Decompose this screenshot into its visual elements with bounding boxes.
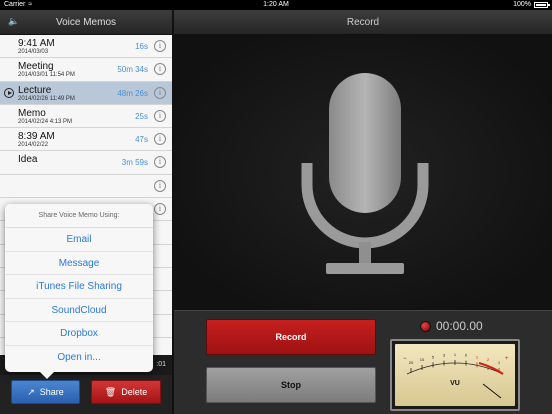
memo-duration: 48m 26s bbox=[117, 88, 148, 98]
memo-toolbar: ↗ Share 🗑 Delete bbox=[0, 375, 172, 414]
share-option[interactable]: Open in... bbox=[5, 346, 153, 370]
delete-label: Delete bbox=[121, 387, 148, 397]
memo-title: Idea bbox=[18, 154, 38, 166]
vu-minus-sign: − bbox=[403, 356, 407, 362]
share-popover-title: Share Voice Memo Using: bbox=[5, 204, 153, 228]
record-panel: Record Record Stop 00:00.00 20 10 5 3 1 … bbox=[174, 10, 552, 414]
recorder-controls: Record Stop 00:00.00 20 10 5 3 1 0 1 2 3− + VU bbox=[174, 310, 552, 414]
share-popover: Share Voice Memo Using: Email Message iTun… bbox=[5, 204, 153, 372]
popover-arrow bbox=[40, 372, 54, 379]
memo-date: 2014/02/24 4:13 PM bbox=[18, 118, 73, 125]
vu-tick-label: 1 bbox=[454, 352, 457, 357]
microphone-icon bbox=[301, 73, 429, 274]
memo-row[interactable]: Lecture 2014/02/26 11:49 PM 48m 26s i bbox=[0, 81, 172, 105]
share-label: Share bbox=[39, 387, 64, 397]
info-icon[interactable]: i bbox=[154, 179, 166, 192]
vu-tick-label: 10 bbox=[420, 357, 425, 362]
vu-plus-sign: + bbox=[505, 356, 509, 362]
memo-row-empty: i bbox=[0, 174, 172, 199]
vu-tick-label: 3 bbox=[443, 353, 446, 358]
microphone-area bbox=[174, 35, 552, 310]
share-option[interactable]: Message bbox=[5, 252, 153, 275]
memo-date: 2014/02/22 bbox=[18, 142, 49, 149]
record-title: Record bbox=[346, 16, 380, 28]
memo-duration: 3m 59s bbox=[121, 158, 148, 168]
memo-row[interactable]: 9:41 AM 2014/03/03 16s i bbox=[0, 35, 172, 59]
memo-row[interactable]: Memo 2014/02/24 4:13 PM 25s i bbox=[0, 104, 172, 129]
vu-tick-label: 5 bbox=[432, 354, 435, 359]
share-option[interactable]: Dropbox bbox=[5, 322, 153, 346]
vu-label: VU bbox=[450, 380, 460, 387]
info-icon[interactable]: i bbox=[154, 63, 166, 76]
info-icon[interactable]: i bbox=[154, 109, 166, 122]
memo-title: 8:39 AM bbox=[18, 131, 55, 143]
memo-date: 2014/03/01 11:54 PM bbox=[18, 72, 75, 79]
vu-tick-label: 0 bbox=[465, 353, 468, 358]
speaker-icon[interactable]: 🔈 bbox=[8, 16, 19, 27]
info-icon[interactable]: i bbox=[154, 40, 166, 52]
vu-tick-label: 20 bbox=[409, 360, 414, 365]
vu-tick-label: 2 bbox=[487, 357, 490, 362]
trash-icon: 🗑 bbox=[104, 386, 117, 397]
vu-tick-label: 3 bbox=[498, 360, 501, 365]
delete-button[interactable]: 🗑 Delete bbox=[91, 380, 161, 404]
share-option[interactable]: Email bbox=[5, 228, 153, 252]
share-icon: ↗ bbox=[27, 386, 35, 397]
status-time: 1:20 AM bbox=[263, 1, 289, 8]
memo-date: 2014/02/26 11:49 PM bbox=[18, 95, 75, 102]
info-icon[interactable]: i bbox=[154, 156, 166, 169]
memo-row[interactable]: 8:39 AM 2014/02/22 47s i bbox=[0, 128, 172, 152]
battery-icon bbox=[534, 1, 550, 8]
info-icon[interactable]: i bbox=[154, 133, 166, 146]
vu-meter-face: 20 10 5 3 1 0 1 2 3− + VU bbox=[395, 344, 515, 406]
elapsed-time: :01 bbox=[156, 361, 166, 368]
vu-scale: 20105 3 1 0 123− + bbox=[403, 352, 509, 399]
share-option[interactable]: iTunes File Sharing bbox=[5, 275, 153, 299]
play-icon[interactable] bbox=[4, 87, 14, 98]
memo-duration: 25s bbox=[135, 111, 148, 121]
memo-title: Lecture bbox=[18, 84, 52, 96]
stop-button[interactable]: Stop bbox=[206, 367, 376, 403]
memo-duration: 47s bbox=[135, 135, 148, 145]
record-header: Record bbox=[174, 10, 552, 35]
vu-meter: 20 10 5 3 1 0 1 2 3− + VU bbox=[390, 339, 520, 411]
memo-list-title: Voice Memos bbox=[55, 16, 117, 28]
info-icon[interactable]: i bbox=[154, 86, 166, 99]
vu-tick-label: 1 bbox=[476, 354, 479, 359]
recording-indicator bbox=[420, 321, 431, 332]
status-bar: Carrier ≈ 1:20 AM 100% bbox=[0, 0, 552, 10]
memo-duration: 50m 34s bbox=[117, 65, 148, 75]
memo-row[interactable]: Meeting 2014/03/01 11:54 PM 50m 34s i bbox=[0, 58, 172, 82]
share-button[interactable]: ↗ Share bbox=[11, 380, 80, 404]
memo-date: 2014/03/03 bbox=[18, 49, 49, 55]
memo-row[interactable]: Idea 3m 59s i bbox=[0, 151, 172, 175]
memo-duration: 16s bbox=[135, 42, 148, 51]
record-button[interactable]: Record bbox=[206, 319, 376, 355]
record-timer: 00:00.00 bbox=[436, 319, 483, 333]
memo-list-header: 🔈 Voice Memos bbox=[0, 10, 172, 35]
info-icon[interactable]: i bbox=[154, 203, 166, 216]
battery-percent: 100% bbox=[513, 1, 531, 8]
memo-title: Meeting bbox=[18, 61, 54, 73]
share-option[interactable]: SoundCloud bbox=[5, 299, 153, 322]
memo-title: 9:41 AM bbox=[18, 38, 55, 49]
memo-title: Memo bbox=[18, 107, 46, 119]
